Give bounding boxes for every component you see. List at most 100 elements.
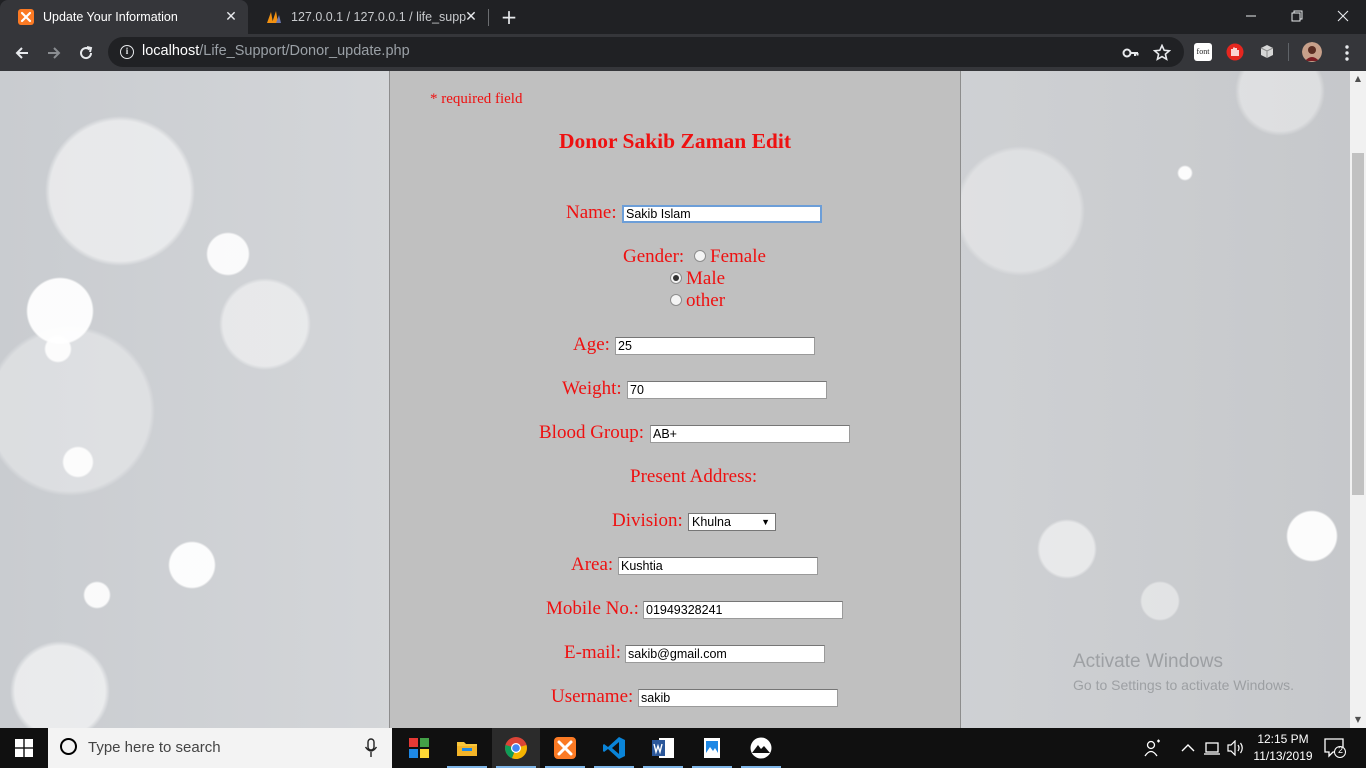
gender-label: Gender: bbox=[623, 246, 685, 267]
gender-male-label: Male bbox=[686, 268, 726, 289]
forward-button[interactable] bbox=[41, 40, 67, 66]
dropdown-arrow-icon: ▼ bbox=[761, 517, 770, 527]
network-icon[interactable] bbox=[1203, 740, 1221, 756]
clock-time: 12:15 PM bbox=[1257, 732, 1309, 746]
donor-edit-form: * required field Donor Sakib Zaman Edit … bbox=[389, 71, 961, 728]
new-tab-button[interactable]: + bbox=[498, 6, 520, 28]
tab-close-icon[interactable]: ✕ bbox=[222, 8, 240, 26]
present-address-label: Present Address: bbox=[630, 466, 758, 487]
division-select[interactable]: Khulna ▼ bbox=[688, 513, 776, 531]
gender-female-label: Female bbox=[710, 246, 766, 267]
font-extension-icon[interactable]: font bbox=[1194, 43, 1212, 61]
browser-toolbar: i localhost/Life_Support/Donor_update.ph… bbox=[0, 34, 1366, 71]
taskbar-chrome[interactable] bbox=[492, 728, 540, 768]
username-input[interactable]: sakib bbox=[638, 689, 838, 707]
minimize-icon bbox=[1246, 15, 1256, 17]
adblock-extension-icon[interactable] bbox=[1226, 43, 1244, 61]
toolbar-divider bbox=[1288, 43, 1289, 61]
microphone-icon[interactable] bbox=[363, 738, 379, 758]
taskbar-app[interactable] bbox=[737, 728, 785, 768]
gender-female-radio[interactable] bbox=[694, 250, 706, 262]
people-icon[interactable] bbox=[1144, 739, 1162, 757]
action-center-button[interactable]: 2 bbox=[1324, 738, 1346, 758]
mountain-app-icon bbox=[750, 737, 772, 759]
page-background: * required field Donor Sakib Zaman Edit … bbox=[0, 71, 1350, 728]
email-input[interactable]: sakib@gmail.com bbox=[625, 645, 825, 663]
windows-logo-icon bbox=[15, 739, 33, 757]
tab-divider bbox=[488, 9, 489, 26]
tab-title: Update Your Information bbox=[43, 10, 178, 24]
activate-windows-title: Activate Windows bbox=[1073, 651, 1223, 672]
gender-other-radio[interactable] bbox=[670, 294, 682, 306]
address-url[interactable]: localhost/Life_Support/Donor_update.php bbox=[142, 43, 410, 59]
division-label: Division: bbox=[612, 510, 683, 531]
weight-label: Weight: bbox=[562, 378, 622, 399]
search-placeholder: Type here to search bbox=[88, 739, 221, 756]
restore-button[interactable] bbox=[1274, 0, 1320, 32]
more-vertical-icon bbox=[1345, 45, 1349, 61]
search-icon bbox=[60, 738, 77, 755]
mobile-label: Mobile No.: bbox=[546, 598, 639, 619]
key-icon[interactable] bbox=[1122, 44, 1140, 62]
area-input[interactable]: Kushtia bbox=[618, 557, 818, 575]
taskbar-file-explorer[interactable] bbox=[443, 728, 491, 768]
back-button[interactable] bbox=[9, 40, 35, 66]
tab-update-your-information[interactable]: Update Your Information ✕ bbox=[0, 0, 248, 34]
tab-title: 127.0.0.1 / 127.0.0.1 / life_suppor bbox=[291, 10, 466, 24]
form-title: Donor Sakib Zaman Edit bbox=[559, 129, 791, 153]
reload-button[interactable] bbox=[73, 40, 99, 66]
page-scrollbar[interactable]: ▲ ▼ bbox=[1350, 71, 1366, 728]
profile-avatar[interactable] bbox=[1302, 42, 1322, 62]
reload-icon bbox=[80, 46, 93, 60]
vscode-icon bbox=[603, 737, 625, 759]
required-field-note: * required field bbox=[430, 91, 523, 107]
scroll-down-arrow-icon[interactable]: ▼ bbox=[1350, 712, 1366, 728]
taskbar-photos[interactable] bbox=[688, 728, 736, 768]
tab-close-icon[interactable]: ✕ bbox=[462, 8, 480, 26]
gender-male-radio[interactable] bbox=[670, 272, 682, 284]
name-label: Name: bbox=[566, 202, 617, 223]
volume-icon[interactable] bbox=[1227, 740, 1245, 756]
email-label: E-mail: bbox=[564, 642, 621, 663]
minimize-button[interactable] bbox=[1228, 0, 1274, 32]
taskbar-clock[interactable]: 12:15 PM 11/13/2019 bbox=[1244, 731, 1322, 765]
back-arrow-icon bbox=[15, 47, 28, 59]
xampp-favicon-icon bbox=[18, 9, 34, 25]
blood-group-input[interactable]: AB+ bbox=[650, 425, 850, 443]
site-info-icon[interactable]: i bbox=[120, 45, 134, 59]
tab-strip: Update Your Information ✕ 127.0.0.1 / 12… bbox=[0, 0, 1366, 34]
tab-phpmyadmin[interactable]: 127.0.0.1 / 127.0.0.1 / life_suppor ✕ bbox=[248, 0, 488, 34]
area-label: Area: bbox=[571, 554, 614, 575]
notification-count: 2 bbox=[1337, 745, 1343, 755]
taskbar-vscode[interactable] bbox=[590, 728, 638, 768]
chrome-icon bbox=[505, 737, 527, 760]
taskbar-xampp[interactable] bbox=[541, 728, 589, 768]
bookmark-star-icon[interactable] bbox=[1153, 44, 1171, 62]
colorful-app-icon bbox=[409, 738, 429, 758]
scrollbar-thumb[interactable] bbox=[1352, 153, 1364, 495]
age-label: Age: bbox=[573, 334, 610, 355]
cube-extension-icon[interactable] bbox=[1258, 43, 1276, 61]
photos-icon bbox=[704, 738, 720, 758]
start-button[interactable] bbox=[0, 728, 48, 768]
forward-arrow-icon bbox=[48, 47, 61, 59]
taskbar-search-box[interactable]: Type here to search bbox=[48, 728, 392, 768]
restore-icon bbox=[1291, 10, 1303, 22]
division-selected-value: Khulna bbox=[692, 515, 731, 529]
gender-other-label: other bbox=[686, 290, 726, 311]
weight-input[interactable]: 70 bbox=[627, 381, 827, 399]
scroll-up-arrow-icon[interactable]: ▲ bbox=[1350, 71, 1366, 87]
taskbar-app-multicolor[interactable] bbox=[395, 728, 443, 768]
name-input[interactable]: Sakib Islam bbox=[622, 205, 822, 223]
mobile-input[interactable]: 01949328241 bbox=[643, 601, 843, 619]
activate-windows-subtitle: Go to Settings to activate Windows. bbox=[1073, 677, 1294, 693]
taskbar-word[interactable] bbox=[639, 728, 687, 768]
close-window-button[interactable] bbox=[1320, 0, 1366, 32]
windows-taskbar: Type here to search 12:15 PM 11/13/2019 … bbox=[0, 728, 1366, 768]
age-input[interactable]: 25 bbox=[615, 337, 815, 355]
word-icon bbox=[652, 738, 674, 758]
username-label: Username: bbox=[551, 686, 634, 707]
chevron-up-icon[interactable] bbox=[1181, 742, 1195, 754]
address-bar[interactable]: i localhost/Life_Support/Donor_update.ph… bbox=[108, 37, 1184, 67]
chrome-menu-button[interactable] bbox=[1334, 40, 1360, 66]
